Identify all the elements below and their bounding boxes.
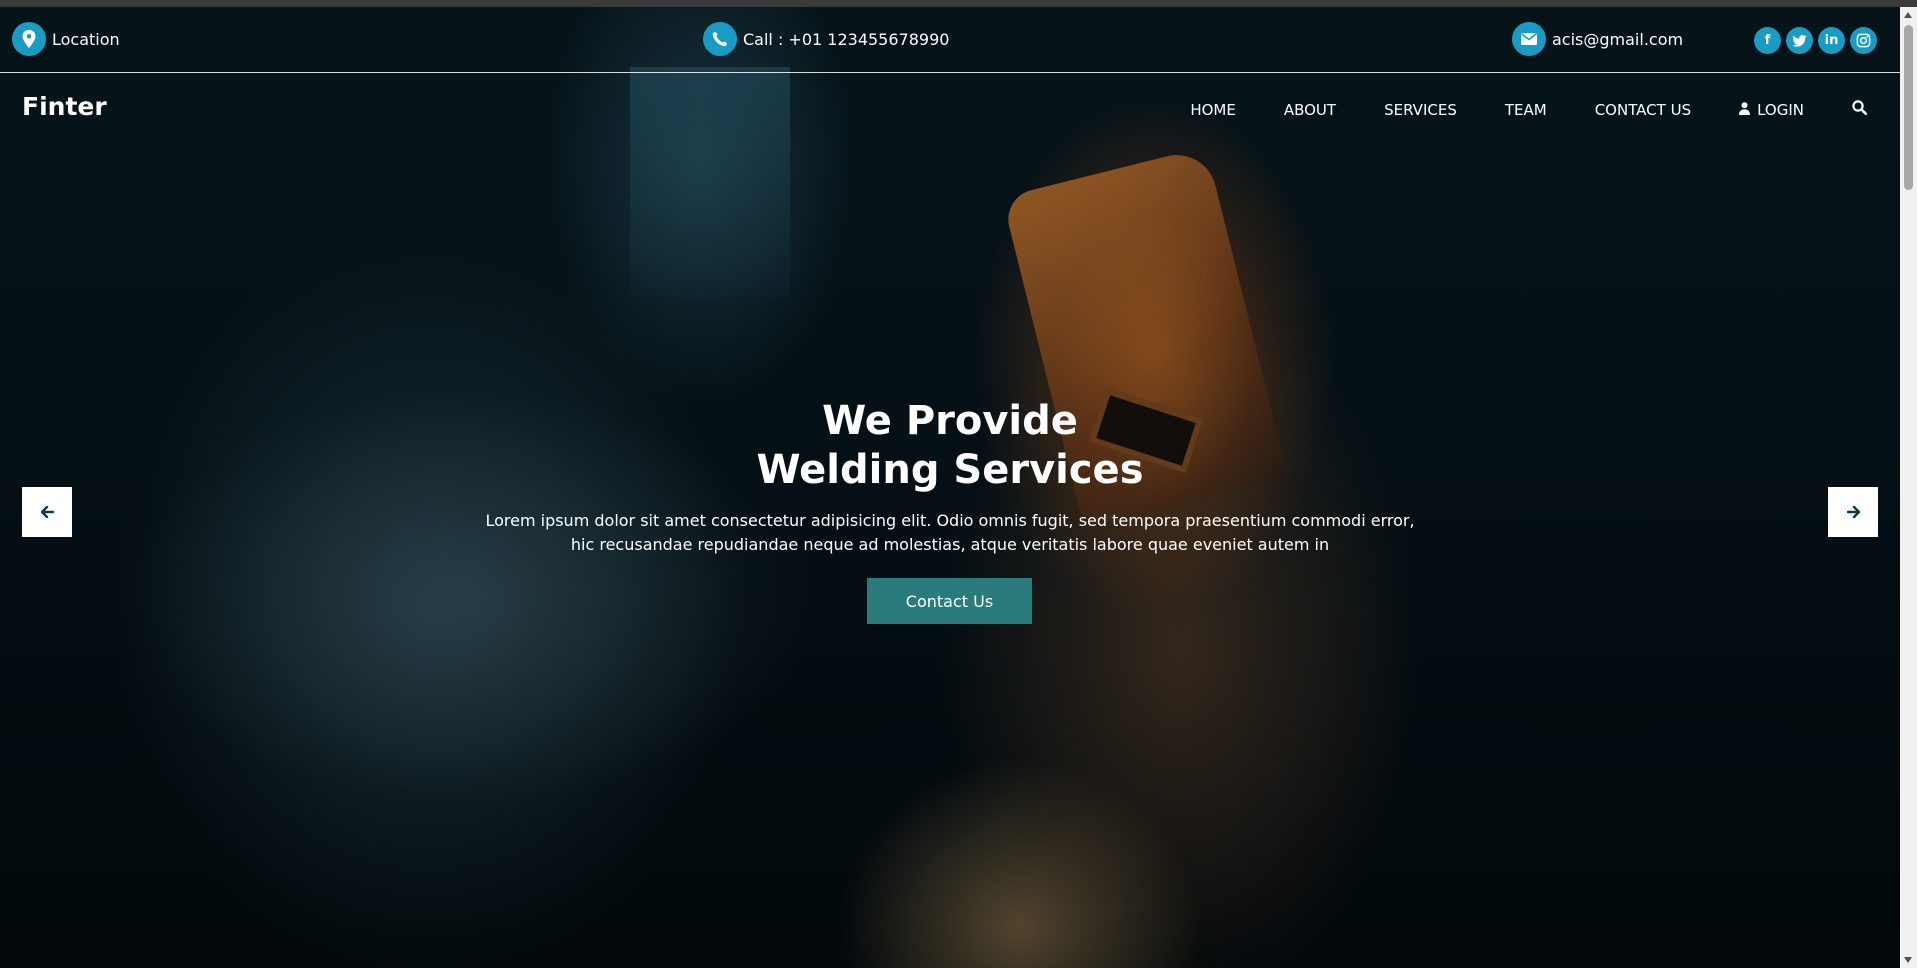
nav-label: TEAM <box>1504 100 1547 119</box>
top-info-bar: Location Call : +01 123455678990 acis@gm… <box>0 7 1900 73</box>
nav-item-contact-us[interactable]: CONTACT US <box>1595 101 1691 119</box>
facebook-icon[interactable]: f <box>1754 27 1781 54</box>
nav-label: CONTACT US <box>1594 100 1692 119</box>
instagram-icon[interactable] <box>1850 27 1877 54</box>
arrow-right-icon <box>1846 503 1860 522</box>
main-nav: HOME ABOUT SERVICES TEAM CONTACT US LOGI… <box>1142 100 1868 119</box>
hero-title-line1: We Provide <box>822 398 1078 444</box>
hero-description-line1: Lorem ipsum dolor sit amet consectetur a… <box>485 511 1415 530</box>
arrow-left-icon <box>40 503 54 522</box>
linkedin-icon[interactable]: in <box>1818 27 1845 54</box>
nav-item-login[interactable]: LOGIN <box>1739 101 1804 119</box>
contact-us-button[interactable]: Contact Us <box>867 578 1032 624</box>
hero-description-line2: hic recusandae repudiandae neque ad mole… <box>570 535 1330 554</box>
search-button[interactable] <box>1852 100 1868 119</box>
location-link[interactable]: Location <box>12 22 120 56</box>
browser-top-strip <box>0 0 1917 7</box>
nav-label: SERVICES <box>1384 100 1457 119</box>
scroll-up-arrow-icon[interactable] <box>1904 12 1912 18</box>
envelope-icon <box>1512 22 1546 56</box>
email-label: acis@gmail.com <box>1552 29 1684 49</box>
phone-label: Call : +01 123455678990 <box>743 29 950 49</box>
nav-label: ABOUT <box>1283 100 1337 119</box>
email-link[interactable]: acis@gmail.com <box>1512 22 1683 56</box>
nav-label: LOGIN <box>1757 100 1804 119</box>
location-pin-icon <box>12 22 46 56</box>
hero-description: Lorem ipsum dolor sit amet consectetur a… <box>470 509 1430 557</box>
search-icon <box>1852 100 1868 119</box>
slider-next-button[interactable] <box>1828 487 1878 537</box>
social-links: f in <box>1754 27 1877 54</box>
page-scrollbar[interactable] <box>1900 7 1917 968</box>
nav-item-home[interactable]: HOME <box>1190 101 1236 119</box>
nav-item-about[interactable]: ABOUT <box>1284 101 1336 119</box>
nav-item-services[interactable]: SERVICES <box>1384 101 1457 119</box>
location-label: Location <box>52 29 120 49</box>
slider-prev-button[interactable] <box>22 487 72 537</box>
hero-title-line2: Welding Services <box>756 447 1144 493</box>
twitter-icon[interactable] <box>1786 27 1813 54</box>
scrollbar-thumb[interactable] <box>1904 25 1913 190</box>
hero-title: We Provide Welding Services <box>0 397 1900 495</box>
brand-logo[interactable]: Finter <box>22 92 107 121</box>
nav-item-team[interactable]: TEAM <box>1505 101 1547 119</box>
scroll-down-arrow-icon[interactable] <box>1904 957 1912 963</box>
nav-label: HOME <box>1190 100 1236 119</box>
phone-link[interactable]: Call : +01 123455678990 <box>703 22 949 56</box>
user-icon <box>1739 101 1751 119</box>
window-light-shape <box>630 67 790 297</box>
phone-icon <box>703 22 737 56</box>
